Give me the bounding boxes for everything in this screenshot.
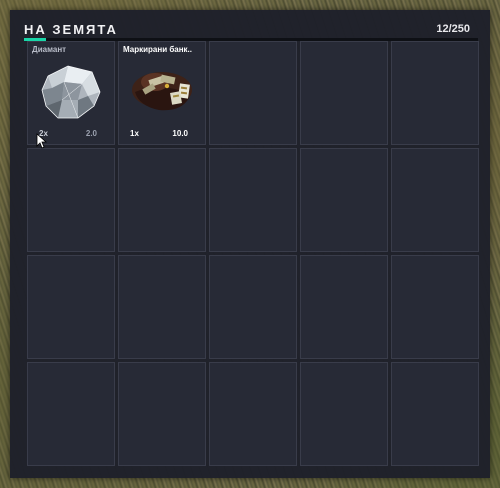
inventory-slot-empty[interactable] bbox=[300, 255, 388, 359]
inventory-slot-empty[interactable] bbox=[118, 362, 206, 466]
inventory-grid: Диамант 2x 2.0 Маркирани банк.. 1x 10.0 bbox=[27, 41, 481, 471]
item-name: Маркирани банк.. bbox=[123, 45, 192, 54]
inventory-slot-empty[interactable] bbox=[27, 362, 115, 466]
inventory-slot-empty[interactable] bbox=[27, 255, 115, 359]
inventory-slot-empty[interactable] bbox=[209, 148, 297, 252]
item-weight: 10.0 bbox=[172, 129, 188, 138]
inventory-slot-empty[interactable] bbox=[391, 255, 479, 359]
inventory-slot-diamond[interactable]: Диамант 2x 2.0 bbox=[27, 41, 115, 145]
item-name: Диамант bbox=[32, 45, 67, 54]
inventory-slot-empty[interactable] bbox=[391, 41, 479, 145]
inventory-slot-marked-bills[interactable]: Маркирани банк.. 1x 10.0 bbox=[118, 41, 206, 145]
inventory-slot-empty[interactable] bbox=[300, 148, 388, 252]
item-weight: 2.0 bbox=[85, 129, 97, 138]
inventory-slot-empty[interactable] bbox=[391, 148, 479, 252]
inventory-slot-empty[interactable] bbox=[27, 148, 115, 252]
inventory-slot-empty[interactable] bbox=[118, 255, 206, 359]
inventory-slot-empty[interactable] bbox=[209, 41, 297, 145]
money-bag-icon bbox=[132, 72, 192, 111]
inventory-slot-empty[interactable] bbox=[300, 362, 388, 466]
ground-inventory-panel: НА ЗЕМЯТА 12/250 Диамант 2x 2.0 Маркиран… bbox=[10, 10, 490, 478]
inventory-slot-empty[interactable] bbox=[209, 362, 297, 466]
inventory-slot-empty[interactable] bbox=[391, 362, 479, 466]
diamond-icon bbox=[41, 65, 101, 119]
inventory-slot-empty[interactable] bbox=[118, 148, 206, 252]
item-quantity: 2x bbox=[39, 129, 48, 138]
inventory-title: НА ЗЕМЯТА bbox=[24, 22, 118, 37]
inventory-slot-empty[interactable] bbox=[209, 255, 297, 359]
inventory-slot-empty[interactable] bbox=[300, 41, 388, 145]
slot-count: 12/250 bbox=[436, 23, 470, 35]
item-quantity: 1x bbox=[130, 129, 139, 138]
